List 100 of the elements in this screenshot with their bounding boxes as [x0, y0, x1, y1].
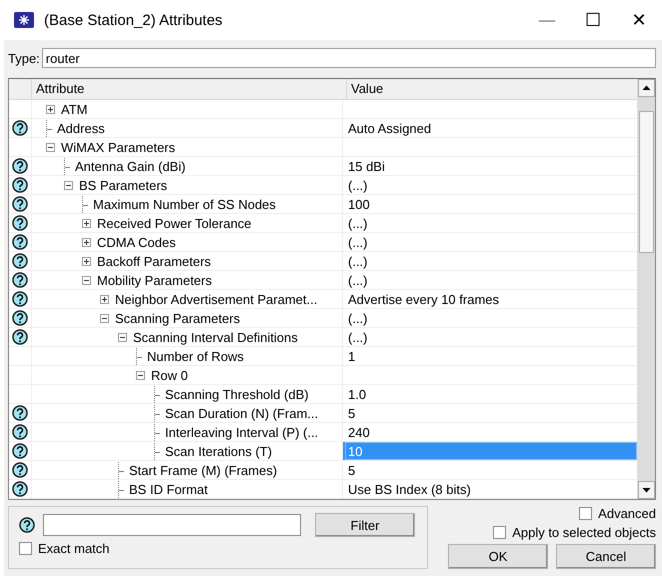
- table-row[interactable]: Backoff Parameters (...): [9, 252, 637, 271]
- attribute-value[interactable]: 5: [345, 404, 637, 422]
- table-row[interactable]: Start Frame (M) (Frames) 5: [9, 461, 637, 480]
- attribute-name[interactable]: Neighbor Advertisement Paramet...: [115, 292, 318, 306]
- help-icon[interactable]: [12, 253, 28, 269]
- attribute-value[interactable]: (...): [345, 252, 637, 270]
- table-row[interactable]: Scan Iterations (T) 10: [9, 442, 637, 461]
- attribute-name[interactable]: Antenna Gain (dBi): [75, 158, 186, 174]
- table-row[interactable]: Number of Rows 1: [9, 347, 637, 366]
- help-icon[interactable]: [12, 462, 28, 478]
- attribute-name[interactable]: Maximum Number of SS Nodes: [93, 196, 276, 212]
- collapse-icon[interactable]: [46, 142, 55, 152]
- table-row[interactable]: Scanning Interval Definitions (...): [9, 328, 637, 347]
- attribute-name[interactable]: Address: [57, 120, 105, 136]
- table-row[interactable]: Neighbor Advertisement Paramet... Advertise every 10 frames: [9, 290, 637, 309]
- help-icon[interactable]: [12, 291, 28, 307]
- attribute-value[interactable]: 100: [345, 195, 637, 213]
- table-row[interactable]: WiMAX Parameters: [9, 138, 637, 157]
- attribute-value[interactable]: (...): [345, 233, 637, 251]
- expand-icon[interactable]: [82, 218, 91, 228]
- help-icon[interactable]: [12, 424, 28, 440]
- attribute-name[interactable]: Scanning Interval Definitions: [133, 330, 298, 344]
- type-field[interactable]: router: [42, 48, 656, 68]
- table-row[interactable]: CDMA Codes (...): [9, 233, 637, 252]
- attribute-name[interactable]: ATM: [61, 102, 88, 116]
- attribute-value[interactable]: Use BS Index (8 bits): [345, 480, 637, 498]
- help-icon[interactable]: [12, 177, 28, 193]
- scroll-down-icon[interactable]: [638, 481, 655, 499]
- table-row[interactable]: Antenna Gain (dBi) 15 dBi: [9, 157, 637, 176]
- table-row[interactable]: ATM: [9, 100, 637, 119]
- ok-button[interactable]: OK: [448, 544, 548, 569]
- expand-icon[interactable]: [46, 104, 55, 114]
- expand-icon[interactable]: [100, 294, 109, 304]
- collapse-icon[interactable]: [64, 180, 73, 190]
- checkbox[interactable]: [19, 542, 32, 555]
- attribute-value[interactable]: 15 dBi: [345, 157, 637, 175]
- help-icon[interactable]: [12, 120, 28, 136]
- help-icon[interactable]: [12, 443, 28, 459]
- checkbox[interactable]: [493, 526, 506, 539]
- table-row[interactable]: Mobility Parameters (...): [9, 271, 637, 290]
- checkbox[interactable]: [579, 507, 592, 520]
- table-row[interactable]: Scan Duration (N) (Fram... 5: [9, 404, 637, 423]
- collapse-icon[interactable]: [136, 370, 145, 380]
- attribute-name[interactable]: Mobility Parameters: [97, 272, 212, 288]
- expand-icon[interactable]: [82, 238, 91, 246]
- attribute-name[interactable]: Scanning Parameters: [115, 310, 240, 326]
- help-icon[interactable]: [12, 158, 28, 174]
- help-icon[interactable]: [19, 517, 35, 533]
- table-row[interactable]: Address Auto Assigned: [9, 119, 637, 138]
- attribute-name[interactable]: Backoff Parameters: [97, 254, 211, 268]
- help-icon[interactable]: [12, 329, 28, 345]
- table-row[interactable]: BS ID Format Use BS Index (8 bits): [9, 480, 637, 499]
- maximize-button[interactable]: ☐: [570, 2, 616, 38]
- help-icon[interactable]: [12, 405, 28, 421]
- filter-button[interactable]: Filter: [315, 513, 415, 537]
- help-icon[interactable]: [12, 234, 28, 250]
- attribute-name[interactable]: BS Parameters: [79, 178, 168, 192]
- collapse-icon[interactable]: [118, 332, 127, 342]
- collapse-icon[interactable]: [82, 276, 91, 284]
- attribute-value[interactable]: (...): [345, 271, 637, 289]
- attribute-name[interactable]: Row 0: [151, 368, 188, 382]
- scroll-up-icon[interactable]: [638, 79, 655, 97]
- collapse-icon[interactable]: [100, 314, 109, 322]
- attribute-value[interactable]: (...): [345, 309, 637, 327]
- attribute-value[interactable]: 1: [345, 347, 637, 365]
- table-row[interactable]: BS Parameters (...): [9, 176, 637, 195]
- scrollbar[interactable]: [637, 79, 655, 499]
- column-header[interactable]: Value: [347, 79, 637, 99]
- attribute-value[interactable]: 5: [345, 461, 637, 479]
- filter-field[interactable]: [43, 514, 301, 536]
- table-row[interactable]: Scanning Threshold (dB) 1.0: [9, 385, 637, 404]
- attribute-value[interactable]: Auto Assigned: [345, 119, 637, 137]
- table-row[interactable]: Scanning Parameters (...): [9, 309, 637, 328]
- close-button[interactable]: ✕: [616, 2, 662, 38]
- help-icon[interactable]: [12, 310, 28, 326]
- attribute-name[interactable]: Scan Iterations (T): [165, 444, 272, 458]
- attribute-value[interactable]: 1.0: [345, 385, 637, 403]
- help-icon[interactable]: [12, 215, 28, 231]
- attribute-name[interactable]: Start Frame (M) (Frames): [129, 462, 278, 478]
- attribute-name[interactable]: CDMA Codes: [97, 234, 176, 250]
- attribute-name[interactable]: Scan Duration (N) (Fram...: [165, 406, 318, 420]
- table-row[interactable]: Received Power Tolerance (...): [9, 214, 637, 233]
- help-icon[interactable]: [12, 272, 28, 288]
- cancel-button[interactable]: Cancel: [556, 544, 656, 569]
- attribute-value[interactable]: (...): [345, 328, 637, 346]
- column-header[interactable]: Attribute: [32, 79, 347, 99]
- attribute-name[interactable]: Received Power Tolerance: [97, 216, 252, 230]
- attribute-name[interactable]: Number of Rows: [147, 348, 244, 364]
- attribute-name[interactable]: Scanning Threshold (dB): [165, 386, 309, 402]
- attribute-value[interactable]: (...): [345, 214, 637, 232]
- attribute-name[interactable]: BS ID Format: [129, 482, 208, 496]
- table-row[interactable]: Row 0: [9, 366, 637, 385]
- minimize-button[interactable]: —: [524, 2, 570, 38]
- attribute-name[interactable]: WiMAX Parameters: [61, 140, 176, 154]
- table-row[interactable]: Maximum Number of SS Nodes 100: [9, 195, 637, 214]
- help-icon[interactable]: [12, 196, 28, 212]
- attribute-name[interactable]: Interleaving Interval (P) (...: [165, 424, 318, 440]
- attribute-value[interactable]: (...): [345, 176, 637, 194]
- attribute-value[interactable]: 240: [345, 423, 637, 441]
- help-icon[interactable]: [12, 481, 28, 497]
